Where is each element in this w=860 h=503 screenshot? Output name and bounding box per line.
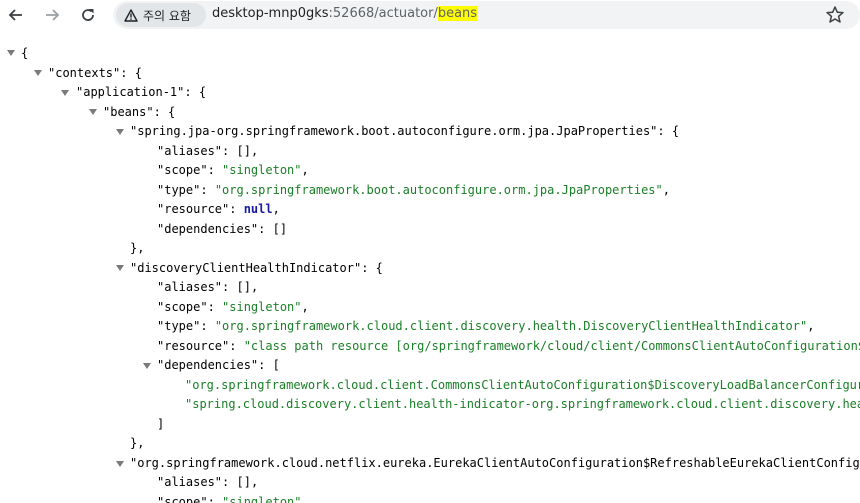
json-value: [] [236, 144, 251, 158]
json-key: "application-1" [76, 85, 185, 99]
json-key: "resource" [157, 339, 230, 353]
json-value: "singleton" [222, 300, 302, 314]
json-key: "aliases" [157, 144, 223, 158]
json-line: "org.springframework.cloud.client.Common… [185, 376, 860, 395]
json-key: "spring.jpa-org.springframework.boot.aut… [130, 124, 658, 138]
json-line: "aliases": [], [157, 144, 259, 158]
json-line: "dependencies": [] [157, 222, 288, 236]
json-key: "scope" [157, 163, 208, 177]
browser-toolbar: 주의 요함 desktop-mnp0gks:52668/actuator/bea… [0, 0, 860, 30]
json-line: "scope": "singleton", [157, 163, 309, 177]
collapse-application-toggle[interactable] [61, 90, 69, 96]
json-value: "org.springframework.boot.autoconfigure.… [214, 183, 663, 197]
reload-button[interactable] [76, 3, 100, 27]
json-key: "resource" [157, 202, 230, 216]
json-line: "aliases": [], [157, 280, 259, 294]
json-line: "discoveryClientHealthIndicator": { [130, 261, 383, 275]
json-line: "scope": "singleton" [157, 493, 302, 503]
security-indicator[interactable]: 주의 요함 [116, 3, 206, 27]
collapse-contexts-toggle[interactable] [34, 70, 42, 76]
json-value: "spring.cloud.discovery.client.health-in… [185, 397, 860, 411]
json-key: "contexts" [48, 66, 121, 80]
url-text[interactable]: desktop-mnp0gks:52668/actuator/beans [212, 6, 478, 21]
json-line: "contexts": { [48, 66, 142, 80]
forward-arrow-icon [46, 9, 60, 21]
security-label: 주의 요함 [143, 8, 191, 23]
json-line: "application-1": { [76, 85, 207, 99]
json-line: { [21, 46, 29, 60]
collapse-bean-toggle[interactable] [116, 265, 124, 271]
json-value: "singleton" [222, 495, 302, 503]
back-arrow-icon [8, 9, 22, 21]
json-line: "beans": { [103, 105, 176, 119]
json-key: "org.springframework.cloud.netflix.eurek… [130, 456, 860, 470]
json-line: "spring.cloud.discovery.client.health-in… [185, 395, 860, 414]
warning-icon [124, 8, 138, 22]
address-bar[interactable]: 주의 요함 desktop-mnp0gks:52668/actuator/bea… [113, 1, 860, 29]
back-button[interactable] [4, 3, 28, 27]
json-key: "dependencies" [157, 222, 259, 236]
json-key: "aliases" [157, 475, 223, 489]
json-value: null [243, 202, 273, 216]
collapse-bean-toggle[interactable] [116, 129, 124, 135]
json-key: "type" [157, 183, 201, 197]
bookmark-star-icon[interactable] [825, 5, 845, 25]
url-path: :52668/actuator/ [328, 6, 438, 21]
collapse-bean-toggle[interactable] [116, 461, 124, 467]
url-highlight: beans [437, 6, 478, 21]
json-value: "org.springframework.cloud.client.discov… [214, 319, 808, 333]
json-value: "org.springframework.cloud.client.Common… [185, 378, 860, 392]
collapse-root-toggle[interactable] [7, 50, 15, 56]
json-key: "discoveryClientHealthIndicator" [130, 261, 362, 275]
json-key: "scope" [157, 495, 208, 503]
json-key: "dependencies" [157, 358, 259, 372]
forward-button[interactable] [40, 3, 64, 27]
json-line: "resource": null, [157, 202, 280, 216]
json-line: "scope": "singleton", [157, 300, 309, 314]
collapse-dependencies-toggle[interactable] [143, 363, 151, 369]
json-line: "type": "org.springframework.boot.autoco… [157, 183, 670, 197]
json-value: [] [236, 475, 251, 489]
json-key: "type" [157, 319, 201, 333]
json-line: "type": "org.springframework.cloud.clien… [157, 319, 815, 333]
json-line: "aliases": [], [157, 475, 259, 489]
json-key: "scope" [157, 300, 208, 314]
json-key: "beans" [103, 105, 154, 119]
json-key: "aliases" [157, 280, 223, 294]
json-value: "class path resource [org/springframewor… [243, 339, 860, 353]
json-line: "spring.jpa-org.springframework.boot.aut… [130, 124, 680, 138]
json-line: }, [130, 241, 145, 255]
json-value: [] [272, 222, 288, 236]
json-line: "org.springframework.cloud.netflix.eurek… [130, 454, 860, 473]
json-line: "resource": "class path resource [org/sp… [157, 337, 860, 356]
collapse-beans-toggle[interactable] [89, 109, 97, 115]
reload-icon [82, 9, 94, 21]
json-viewer: { "contexts": { "application-1": { "bean… [0, 37, 860, 503]
json-line: }, [130, 436, 145, 450]
json-value: "singleton" [222, 163, 302, 177]
json-line: ] [157, 417, 165, 431]
json-value: [] [236, 280, 251, 294]
json-line: "dependencies": [ [157, 358, 280, 372]
url-host: desktop-mnp0gks [212, 6, 329, 21]
